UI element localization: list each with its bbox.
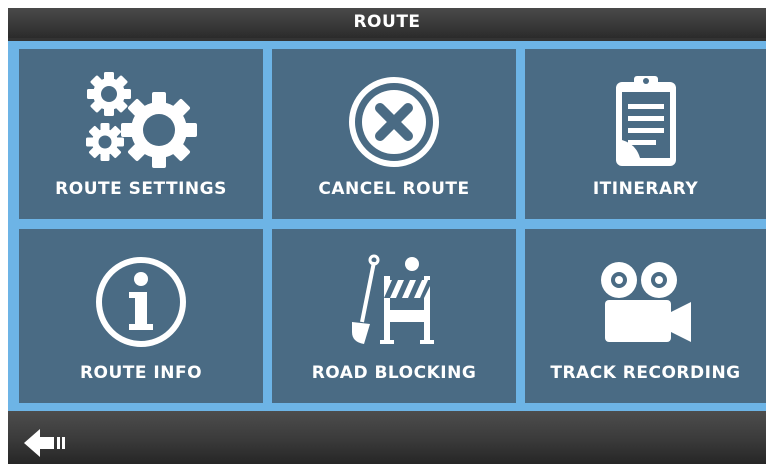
itinerary-button[interactable]: ITINERARY bbox=[525, 49, 766, 219]
road-block-icon bbox=[272, 247, 516, 357]
route-info-label: ROUTE INFO bbox=[79, 363, 203, 383]
video-camera-icon bbox=[525, 247, 766, 357]
road-blocking-button[interactable]: ROAD BLOCKING bbox=[272, 229, 516, 403]
route-info-button[interactable]: ROUTE INFO bbox=[19, 229, 263, 403]
route-menu-screen: ROUTE ROUTE SETTINGS CANCEL ROUTE ITINER… bbox=[8, 8, 766, 464]
back-button[interactable] bbox=[22, 425, 72, 461]
page-title: ROUTE bbox=[353, 12, 421, 32]
cancel-x-icon bbox=[272, 67, 516, 177]
clipboard-icon bbox=[525, 67, 766, 177]
route-settings-label: ROUTE SETTINGS bbox=[55, 179, 227, 199]
bottom-bar bbox=[8, 411, 766, 464]
back-arrow-icon bbox=[24, 429, 65, 457]
route-settings-button[interactable]: ROUTE SETTINGS bbox=[19, 49, 263, 219]
cancel-route-label: CANCEL ROUTE bbox=[318, 179, 470, 199]
track-recording-button[interactable]: TRACK RECORDING bbox=[525, 229, 766, 403]
title-bar: ROUTE bbox=[8, 8, 766, 38]
title-divider bbox=[8, 38, 766, 41]
cancel-route-button[interactable]: CANCEL ROUTE bbox=[272, 49, 516, 219]
gears-icon bbox=[19, 67, 263, 177]
info-icon bbox=[19, 247, 263, 357]
itinerary-label: ITINERARY bbox=[592, 179, 699, 199]
track-recording-label: TRACK RECORDING bbox=[550, 363, 741, 383]
road-blocking-label: ROAD BLOCKING bbox=[311, 363, 477, 383]
